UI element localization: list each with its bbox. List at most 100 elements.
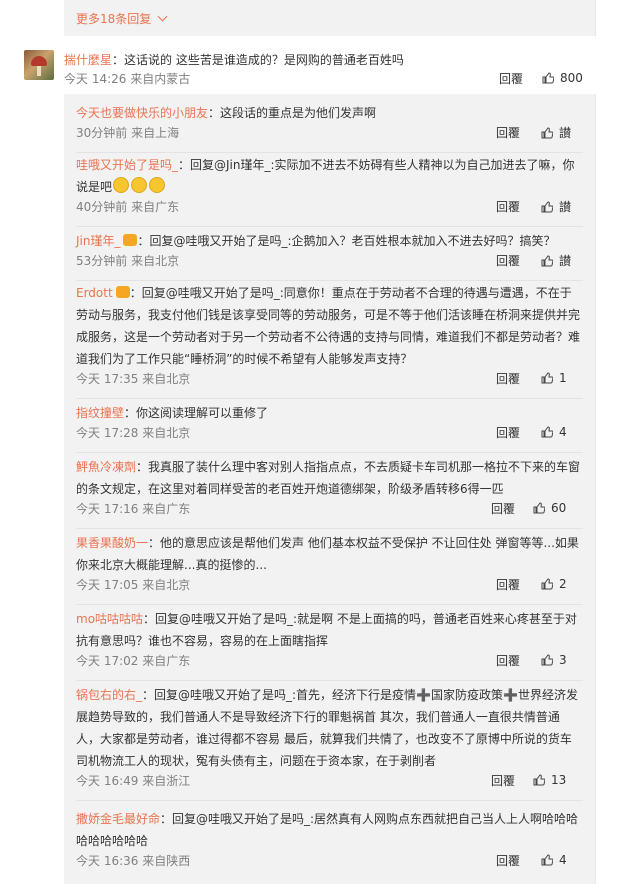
reply-text: ：这段话的重点是为他们发声啊 xyxy=(208,106,377,120)
reply-time: 今天 16:36 来自陕西 xyxy=(76,854,191,868)
reply-text: ：他的意思应该是帮他们发声 他们基本权益不受保护 不让回住处 弹窗等等...如果… xyxy=(76,536,579,572)
reply-text: ：回复@哇哦又开始了是吗_:同意你！重点在于劳动者不合理的待遇与遭遇，不在于劳动… xyxy=(76,286,581,366)
list-item: 锅包右的右_：回复@哇哦又开始了是吗_:首先，经济下行是疫情➕国家防疫政策➕世界… xyxy=(76,684,583,801)
reply-author[interactable]: mo咕咕咕咕 xyxy=(76,612,143,626)
like-button[interactable]: 3 xyxy=(541,652,567,667)
reply-time: 今天 17:05 来自北京 xyxy=(76,578,191,592)
like-button[interactable]: 800 xyxy=(542,70,583,85)
comment-text: ：这话说的 这些苦是谁造成的？是网购的普通老百姓吗 xyxy=(112,53,404,67)
divider xyxy=(76,680,583,681)
reply-button[interactable]: 回覆 xyxy=(491,500,515,517)
member-badge-icon xyxy=(115,286,130,298)
reply-text: ：你这阅读理解可以重修了 xyxy=(124,406,269,420)
reply-button[interactable]: 回覆 xyxy=(491,772,515,789)
reply-text: ：回复@哇哦又开始了是吗_:就是啊 不是上面搞的吗，普通老百姓来心疼甚至于对抗有… xyxy=(76,612,577,648)
reply-button[interactable]: 回覆 xyxy=(496,652,520,669)
like-button[interactable]: 4 xyxy=(541,424,567,439)
more-replies-label: 更多18条回复 xyxy=(76,12,152,26)
like-button[interactable]: 2 xyxy=(541,576,567,591)
reply-button[interactable]: 回覆 xyxy=(496,576,520,593)
divider xyxy=(76,152,583,153)
thumbs-up-icon xyxy=(541,255,553,267)
list-item: 撒娇金毛最好命：回复@哇哦又开始了是吗_:居然真有人网购点东西就把自己当人上人啊… xyxy=(76,808,583,872)
reply-time: 今天 17:35 来自北京 xyxy=(76,372,191,386)
comment-author[interactable]: 揣什麼星 xyxy=(64,53,112,67)
like-count: 2 xyxy=(559,577,567,591)
like-button[interactable]: 4 xyxy=(541,852,567,867)
reply-author[interactable]: Jin瑾年_ xyxy=(76,234,120,248)
reply-list: 今天也要做快乐的小朋友：这段话的重点是为他们发声啊 30分钟前 来自上海 回覆 … xyxy=(64,94,596,884)
divider xyxy=(76,452,583,453)
like-count: 800 xyxy=(560,71,583,85)
list-item: mo咕咕咕咕：回复@哇哦又开始了是吗_:就是啊 不是上面搞的吗，普通老百姓来心疼… xyxy=(76,608,583,681)
more-replies-link[interactable]: 更多18条回复 xyxy=(76,10,168,27)
reply-author[interactable]: Erdott xyxy=(76,286,113,300)
laugh-emoji-icon xyxy=(149,177,166,193)
thumbs-up-icon xyxy=(533,502,545,514)
reply-button[interactable]: 回覆 xyxy=(496,852,520,869)
divider xyxy=(76,226,583,227)
more-replies-bar: 更多18条回复 xyxy=(64,0,596,36)
reply-author[interactable]: 果香果酸奶一 xyxy=(76,536,148,550)
list-item: 鮃魚冷凍劑：我真服了装什么理中客对别人指指点点，不去质疑卡车司机那一格拉不下来的… xyxy=(76,456,583,529)
reply-author[interactable]: 指纹撞壁 xyxy=(76,406,124,420)
reply-button[interactable]: 回覆 xyxy=(496,198,520,215)
list-item: 哇哦又开始了是吗_：回复@Jin瑾年_:实际加不进去不妨碍有些人精神以为自己加进… xyxy=(76,154,583,227)
reply-author[interactable]: 撒娇金毛最好命 xyxy=(76,812,160,826)
like-count: 13 xyxy=(551,773,567,787)
like-count: 1 xyxy=(559,371,567,385)
divider xyxy=(76,604,583,605)
reply-time: 今天 17:28 来自北京 xyxy=(76,426,191,440)
reply-time: 今天 16:49 来自浙江 xyxy=(76,774,191,788)
thumbs-up-icon xyxy=(541,578,553,590)
like-count: 讃 xyxy=(559,200,572,214)
reply-button[interactable]: 回覆 xyxy=(496,370,520,387)
like-button[interactable]: 13 xyxy=(533,772,566,787)
reply-text: ：我真服了装什么理中客对别人指指点点，不去质疑卡车司机那一格拉不下来的车窗的条文… xyxy=(76,460,581,496)
like-button[interactable]: 讃 xyxy=(541,124,571,141)
reply-author[interactable]: 今天也要做快乐的小朋友 xyxy=(76,106,208,120)
reply-time: 今天 17:02 来自广东 xyxy=(76,654,191,668)
reply-text: ：回复@哇哦又开始了是吗_:首先，经济下行是疫情➕国家防疫政策➕世界经济发展趋势… xyxy=(76,688,578,768)
like-count: 讃 xyxy=(559,126,572,140)
thumbs-up-icon xyxy=(541,201,553,213)
reply-author[interactable]: 哇哦又开始了是吗_ xyxy=(76,158,178,172)
reply-time: 40分钟前 来自广东 xyxy=(76,200,180,214)
reply-button[interactable]: 回覆 xyxy=(499,70,523,87)
thumbs-up-icon xyxy=(541,426,553,438)
reply-time: 30分钟前 来自上海 xyxy=(76,126,180,140)
thumbs-up-icon xyxy=(533,774,545,786)
reply-time: 今天 17:16 来自广东 xyxy=(76,502,191,516)
comment-section: 更多18条回复 揣什麼星：这话说的 这些苦是谁造成的？是网购的普通老百姓吗 今天… xyxy=(0,0,619,884)
thumbs-up-icon xyxy=(541,854,553,866)
list-item: 今天也要做快乐的小朋友：这段话的重点是为他们发声啊 30分钟前 来自上海 回覆 … xyxy=(76,102,583,153)
like-button[interactable]: 1 xyxy=(541,370,567,385)
avatar[interactable] xyxy=(24,50,54,80)
like-count: 60 xyxy=(551,501,567,515)
reply-author[interactable]: 鮃魚冷凍劑 xyxy=(76,460,136,474)
like-count: 3 xyxy=(559,653,567,667)
divider xyxy=(76,398,583,399)
list-item: Jin瑾年_ ：回复@哇哦又开始了是吗_:企鹅加入？老百姓根本就加入不进去好吗？搞… xyxy=(76,230,583,281)
list-item: 果香果酸奶一：他的意思应该是帮他们发声 他们基本权益不受保护 不让回住处 弹窗等… xyxy=(76,532,583,605)
reply-button[interactable]: 回覆 xyxy=(496,124,520,141)
reply-button[interactable]: 回覆 xyxy=(496,424,520,441)
reply-author[interactable]: 锅包右的右_ xyxy=(76,688,142,702)
like-button[interactable]: 讃 xyxy=(541,198,571,215)
like-count: 讃 xyxy=(559,254,572,268)
reply-button[interactable]: 回覆 xyxy=(496,252,520,269)
divider xyxy=(76,800,583,801)
reply-text: ：回复@哇哦又开始了是吗_:企鹅加入？老百姓根本就加入不进去好吗？搞笑？ xyxy=(137,234,556,248)
list-item: Erdott ：回复@哇哦又开始了是吗_:同意你！重点在于劳动者不合理的待遇与遭遇… xyxy=(76,282,583,399)
thumbs-up-icon xyxy=(541,654,553,666)
comment-time: 今天 14:26 来自内蒙古 xyxy=(64,72,191,86)
like-button[interactable]: 60 xyxy=(533,500,566,515)
thumbs-up-icon xyxy=(542,72,554,84)
divider xyxy=(76,528,583,529)
like-button[interactable]: 讃 xyxy=(541,252,571,269)
laugh-emoji-icon xyxy=(131,177,148,193)
like-count: 4 xyxy=(559,425,567,439)
divider xyxy=(76,280,583,281)
list-item: 指纹撞壁：你这阅读理解可以重修了 今天 17:28 来自北京 回覆 4 xyxy=(76,402,583,453)
reply-time: 53分钟前 来自北京 xyxy=(76,254,180,268)
